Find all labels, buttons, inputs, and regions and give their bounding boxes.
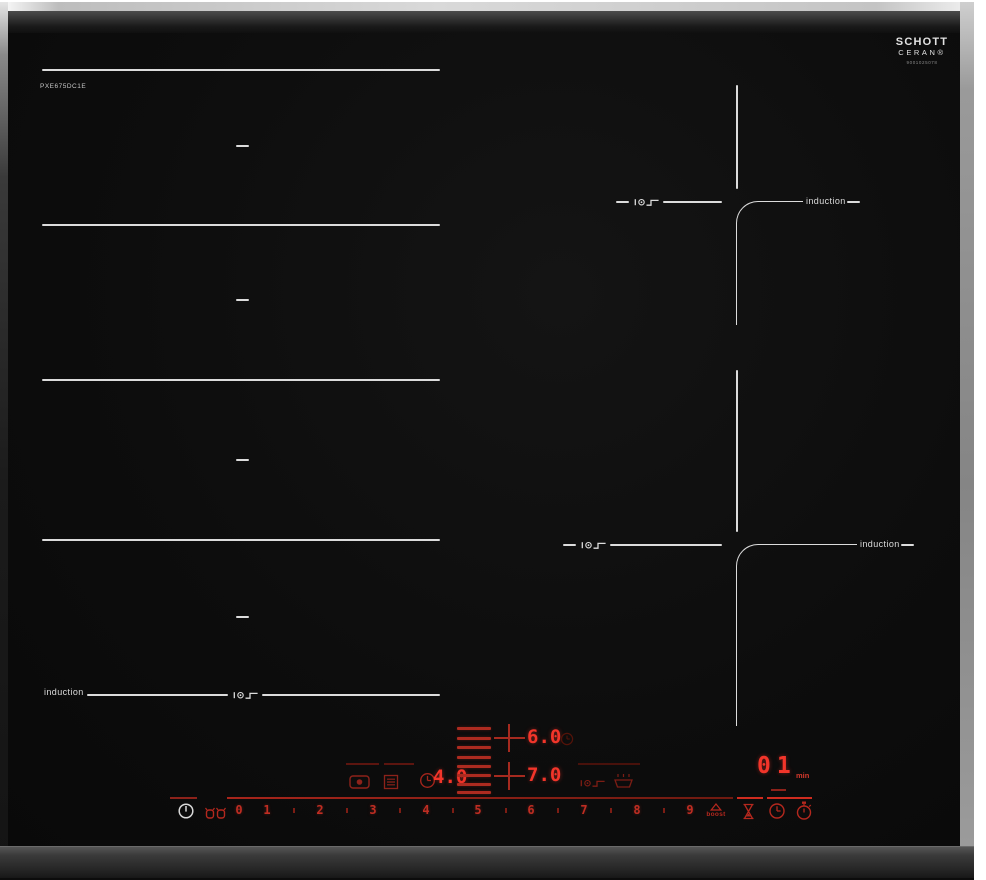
top-right-zone-dash-right [847,201,860,203]
schott-logo-line1: SCHOTT [893,37,951,48]
power-level-key-0[interactable]: 0 [231,804,247,816]
power-level-key-8[interactable]: 8 [629,804,645,816]
top-right-zone-vline [736,85,738,189]
zone-level-bar [457,746,491,749]
pan-center-mark-1 [236,145,249,147]
flex-zone-line-3 [42,379,440,381]
slider-tick [399,808,401,813]
function-key-underline [384,763,414,765]
flex-zone-line-5b [262,694,440,696]
plus-link-icon[interactable] [508,724,510,752]
zone-level-bar [457,727,491,730]
power-key-underline [170,797,197,799]
fry-sensor-pan-key[interactable] [580,777,606,788]
flex-zone-line-2 [42,224,440,226]
power-slider-track[interactable] [227,797,733,799]
hourglass-timer-icon[interactable] [741,803,756,820]
slider-tick [452,808,454,813]
zone-level-bar [457,774,491,777]
bottom-right-zone-hline-left [610,544,722,546]
left-metal-trim [0,2,8,878]
power-level-key-2[interactable]: 2 [312,804,328,816]
clock-icon [560,732,574,746]
function-key-underline [578,763,640,765]
timer-key-underline [737,797,763,799]
slider-tick [293,808,295,813]
pan-center-mark-3 [236,459,249,461]
top-right-induction-label: induction [806,197,846,206]
fry-sensor-pan-icon [634,196,660,207]
slider-tick [663,808,665,813]
timer-display: 01 [757,755,797,778]
flex-zone-line-1 [42,69,440,71]
plus-link-icon[interactable] [508,762,510,790]
keep-warm-icon[interactable] [613,773,634,789]
stopwatch-icon[interactable] [795,801,813,820]
flex-top-power-display: 6.0 [527,728,561,747]
timer-key-underline [767,797,812,799]
bottom-right-zone-dash-left [563,544,576,546]
pan-center-mark-2 [236,299,249,301]
fry-sensor-pan-icon [581,539,607,550]
flex-zone-line-4 [42,539,440,541]
zone-level-bar [457,737,491,740]
schott-logo-code: 9001025078 [893,61,951,66]
slider-tick [505,808,507,813]
timer-clock-icon[interactable] [768,802,786,820]
boost-icon[interactable] [710,803,722,811]
pan-center-mark-4 [236,616,249,618]
zone-level-bar [457,765,491,768]
bottom-right-zone-dash-right [901,544,914,546]
front-metal-edge: BOSCH [0,846,974,879]
bottom-right-zone-curve [736,544,857,726]
power-level-key-4[interactable]: 4 [418,804,434,816]
function-key-underline [346,763,379,765]
power-level-key-6[interactable]: 6 [523,804,539,816]
power-level-key-9[interactable]: 9 [682,804,698,816]
flex-zone-line-5a [87,694,228,696]
zone-level-bar [457,783,491,786]
schott-ceran-logo: SCHOTT CERAN® 9001025078 [893,37,951,65]
bottom-right-induction-label: induction [860,540,900,549]
wiper-lock-icon[interactable] [349,774,370,790]
power-level-key-3[interactable]: 3 [365,804,381,816]
top-right-zone-hline-left [663,201,722,203]
power-level-key-1[interactable]: 1 [259,804,275,816]
pan-transfer-icon[interactable] [204,805,227,820]
slider-tick [346,808,348,813]
model-number: PXE675DC1E [40,84,86,91]
boost-label[interactable]: boost [703,812,729,819]
timer-unit-label: min [796,772,809,780]
fry-sensor-pan-icon [233,689,259,700]
flex-bottom-power-display: 7.0 [527,766,561,785]
power-level-key-5[interactable]: 5 [470,804,486,816]
top-metal-trim [0,2,974,11]
timer-select-mark [771,789,786,791]
menu-icon[interactable] [383,774,399,790]
right-metal-trim [960,2,974,878]
flex-zone-induction-label: induction [44,688,84,697]
schott-logo-line2: CERAN® [893,49,951,57]
power-icon[interactable] [177,802,195,820]
slider-tick [557,808,559,813]
top-glass-bevel [0,11,974,33]
power-level-key-7[interactable]: 7 [576,804,592,816]
top-right-zone-dash-left [616,201,629,203]
bottom-right-zone-vline [736,370,738,532]
induction-hob-photo: PXE675DC1E SCHOTT CERAN® 9001025078 indu… [0,0,986,880]
slider-tick [610,808,612,813]
zone-level-bar [457,756,491,759]
zone-level-bar [457,791,491,794]
top-right-zone-curve [736,201,803,325]
